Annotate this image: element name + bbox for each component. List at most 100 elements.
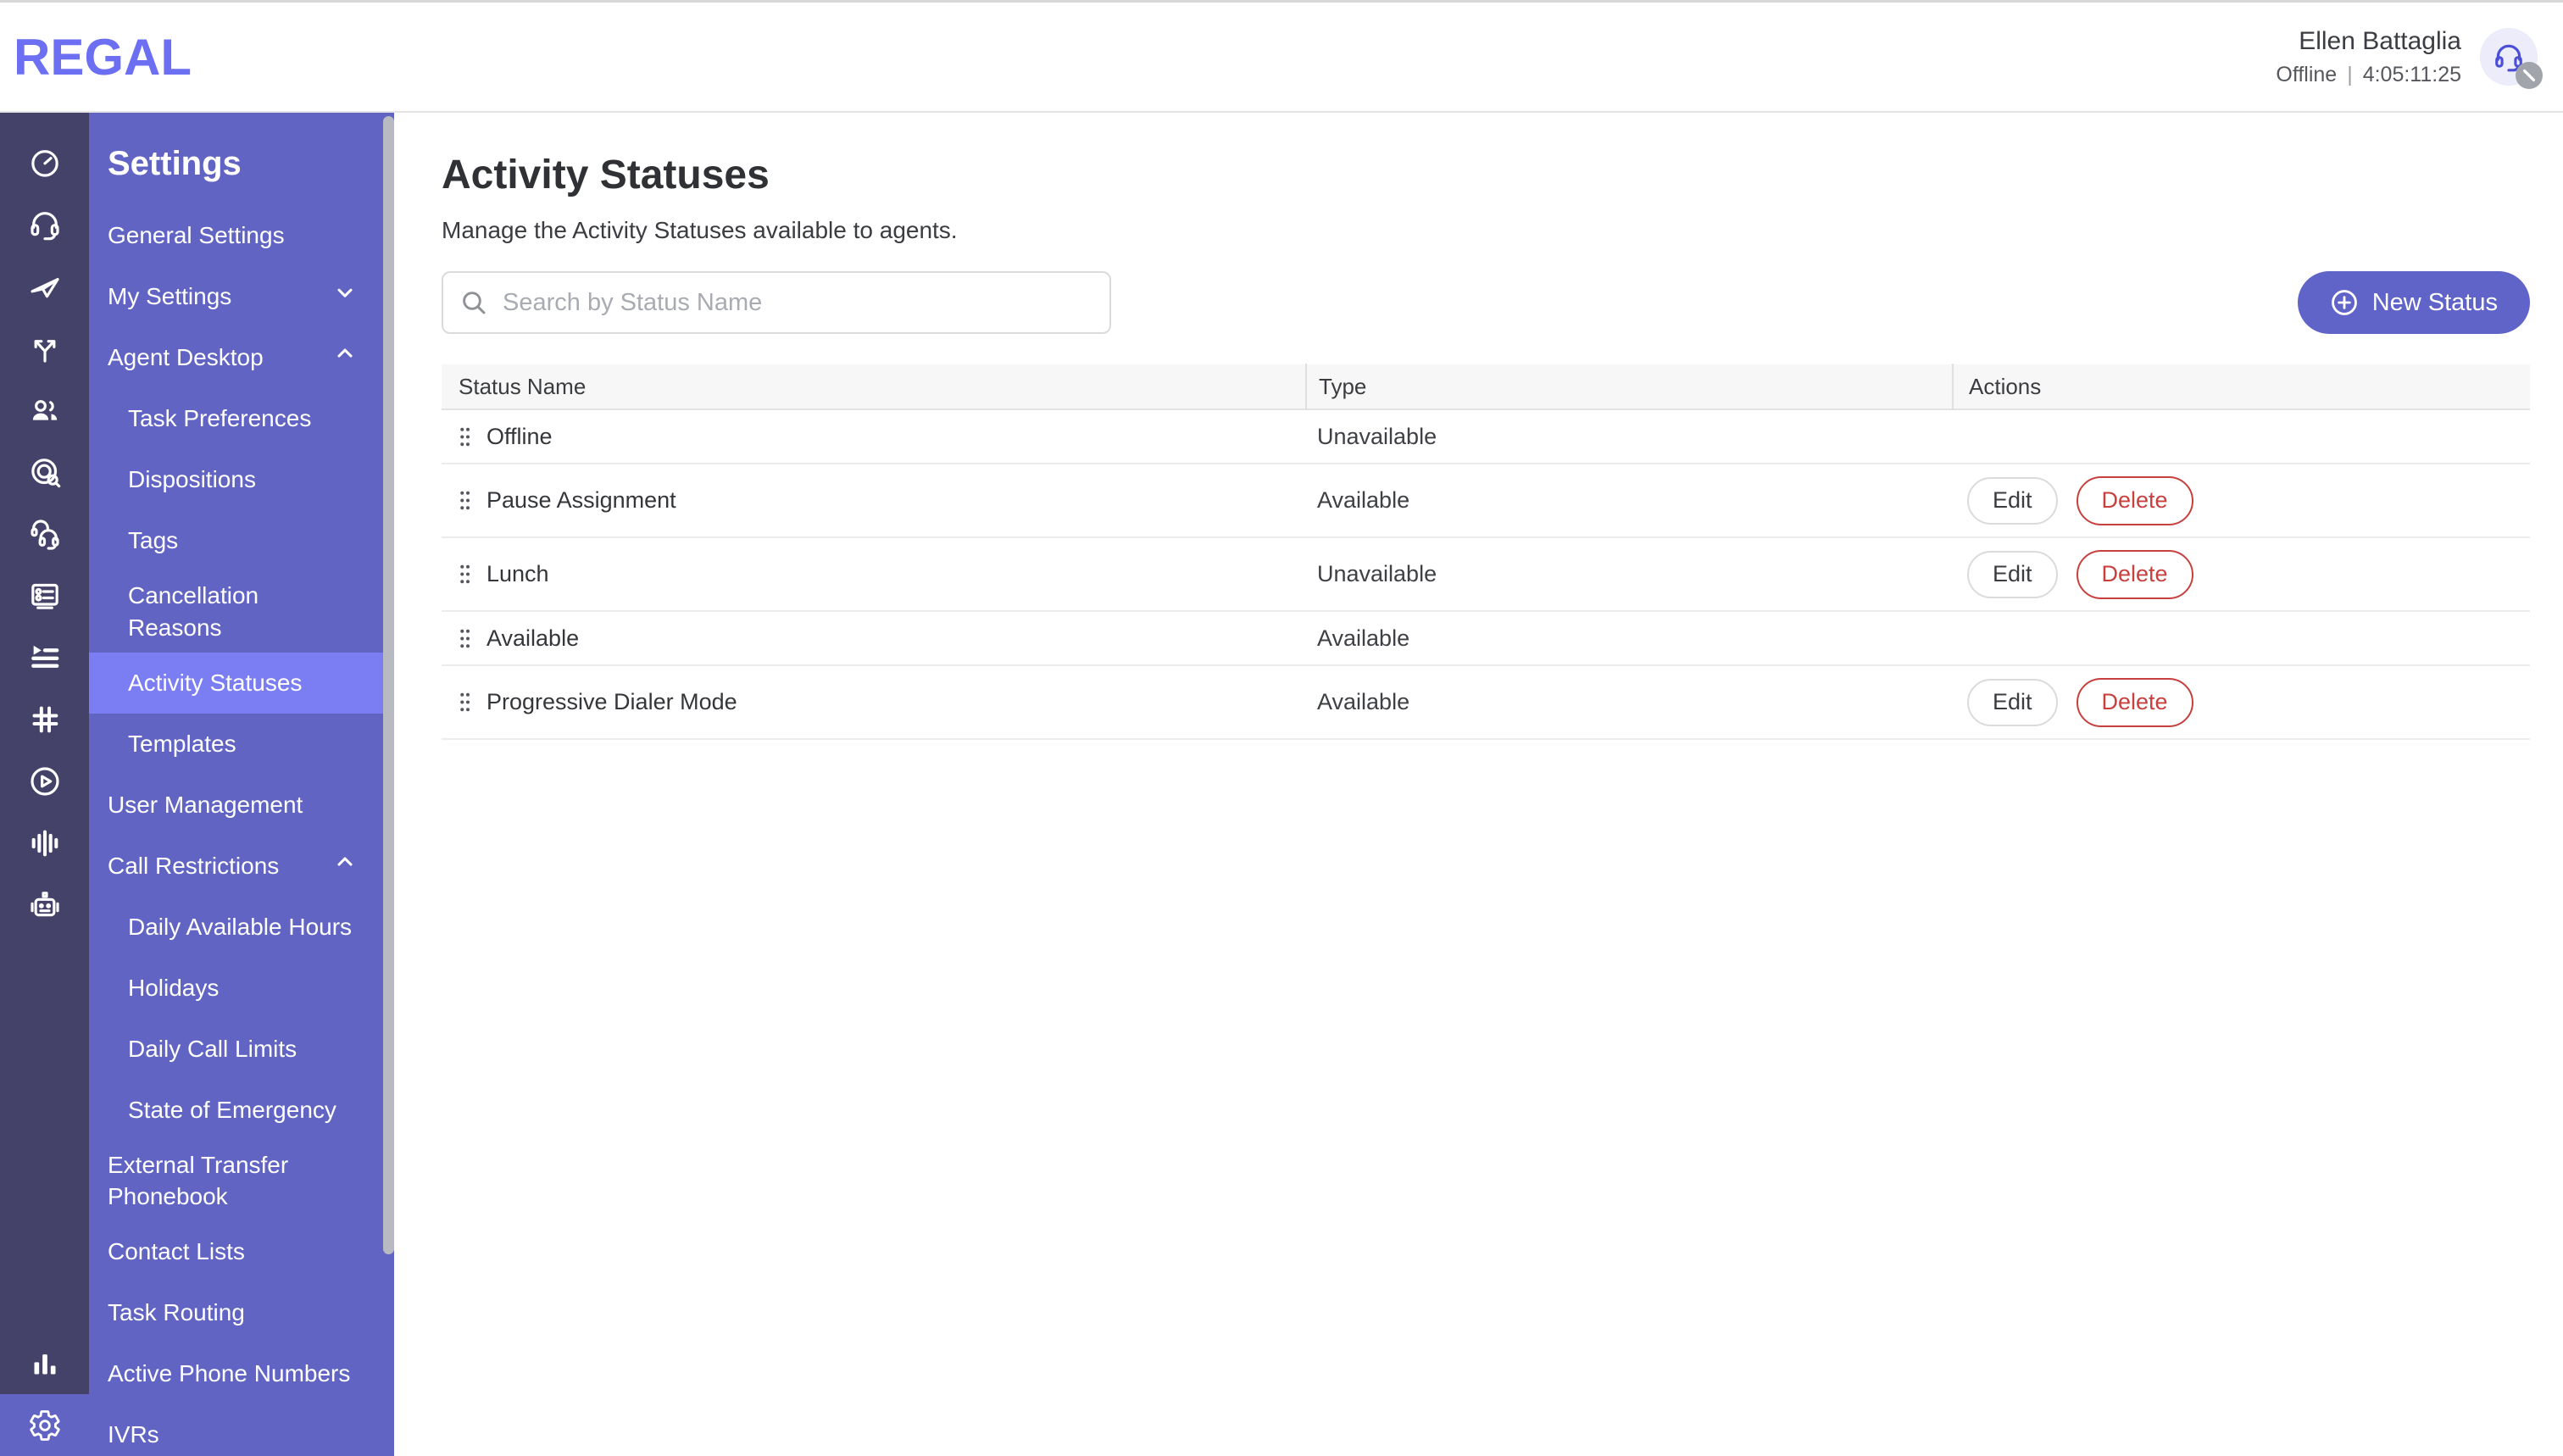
drag-handle-icon[interactable]: [459, 425, 471, 448]
status-type: Available: [1317, 625, 1410, 651]
sidebar-item-tags[interactable]: Tags: [89, 510, 394, 571]
user-status-line: Offline | 4:05:11:25: [2276, 63, 2461, 87]
offline-badge-icon: [2516, 62, 2543, 89]
table-row: Available Available: [442, 612, 2530, 666]
icon-rail: [0, 113, 89, 1456]
branch-arrows-icon: [34, 339, 55, 363]
new-status-button[interactable]: New Status: [2297, 271, 2530, 334]
bar-chart-icon: [34, 1353, 55, 1374]
checklist-icon: [31, 583, 58, 609]
page-subtitle: Manage the Activity Statuses available t…: [442, 217, 958, 243]
status-type: Available: [1317, 487, 1410, 513]
hash-icon: [32, 706, 58, 732]
edit-button[interactable]: Edit: [1967, 476, 2058, 525]
sidebar-item-my-settings[interactable]: My Settings: [89, 266, 394, 327]
sidebar-item-call-restrictions[interactable]: Call Restrictions: [89, 836, 394, 897]
column-header-actions: Actions: [1952, 364, 2530, 409]
nav-queues[interactable]: [0, 626, 89, 688]
sidebar-item-task-preferences[interactable]: Task Preferences: [89, 388, 394, 449]
nav-reporting[interactable]: [0, 1332, 89, 1394]
nav-recordings[interactable]: [0, 812, 89, 874]
sidebar-item-contact-lists[interactable]: Contact Lists: [89, 1221, 394, 1282]
sidebar-item-general-settings[interactable]: General Settings: [89, 205, 394, 266]
sidebar-item-dispositions[interactable]: Dispositions: [89, 449, 394, 510]
user-avatar[interactable]: [2480, 28, 2543, 89]
drag-handle-icon[interactable]: [459, 563, 471, 586]
delete-button[interactable]: Delete: [2076, 475, 2193, 525]
sidebar-item-agent-desktop[interactable]: Agent Desktop: [89, 327, 394, 388]
delete-button[interactable]: Delete: [2076, 549, 2193, 599]
column-header-status-name: Status Name: [459, 373, 587, 399]
sidebar-item-state-of-emergency[interactable]: State of Emergency: [89, 1080, 394, 1141]
sidebar-title: Settings: [108, 145, 242, 182]
nav-campaigns[interactable]: [0, 255, 89, 317]
nav-bots[interactable]: [0, 874, 89, 936]
sidebar-item-daily-call-limits[interactable]: Daily Call Limits: [89, 1019, 394, 1080]
nav-agent[interactable]: [0, 193, 89, 255]
people-icon: [32, 399, 57, 420]
nav-tasks[interactable]: [0, 564, 89, 626]
sidebar-item-active-phone-numbers[interactable]: Active Phone Numbers: [89, 1343, 394, 1404]
sidebar-item-daily-available-hours[interactable]: Daily Available Hours: [89, 897, 394, 958]
edit-button[interactable]: Edit: [1967, 678, 2058, 726]
status-separator: |: [2347, 62, 2353, 86]
chevron-up-icon: [333, 850, 357, 882]
main-content: Activity Statuses Manage the Activity St…: [394, 113, 2563, 1456]
sidebar-item-task-routing[interactable]: Task Routing: [89, 1282, 394, 1343]
plus-circle-icon: [2331, 290, 2357, 315]
gauge-icon: [31, 149, 58, 177]
play-circle-icon: [30, 766, 59, 796]
controls-row: New Status: [442, 271, 2530, 334]
settings-sidebar: Settings General Settings My Settings Ag…: [89, 113, 394, 1456]
drag-handle-icon[interactable]: [459, 691, 471, 714]
sidebar-item-ivrs[interactable]: IVRs: [89, 1404, 394, 1456]
nav-dashboard[interactable]: [0, 131, 89, 193]
table-row: Pause Assignment Available Edit Delete: [442, 464, 2530, 538]
sidebar-item-templates[interactable]: Templates: [89, 714, 394, 775]
activity-statuses-table: Status Name Type Actions Offline Unavail…: [442, 364, 2530, 740]
user-name: Ellen Battaglia: [2299, 26, 2461, 55]
headset-icon: [30, 211, 59, 240]
nav-numbers[interactable]: [0, 688, 89, 750]
sidebar-scrollbar[interactable]: [383, 116, 394, 1254]
playlist-icon: [31, 645, 58, 668]
top-header: REGAL Ellen Battaglia Offline | 4:05:11:…: [0, 3, 2563, 113]
sidebar-item-external-transfer-phonebook[interactable]: External Transfer Phonebook: [89, 1141, 394, 1222]
sidebar-item-cancellation-reasons[interactable]: Cancellation Reasons: [89, 571, 394, 653]
search-icon: [463, 292, 486, 314]
nav-audiences[interactable]: [0, 441, 89, 503]
nav-agents[interactable]: [0, 503, 89, 564]
delete-button[interactable]: Delete: [2076, 677, 2193, 727]
table-row: Lunch Unavailable Edit Delete: [442, 538, 2530, 612]
table-row: Offline Unavailable: [442, 410, 2530, 464]
send-icon: [30, 277, 59, 297]
nav-settings[interactable]: [0, 1394, 89, 1456]
sidebar-item-user-management[interactable]: User Management: [89, 775, 394, 836]
user-status: Offline: [2276, 62, 2338, 86]
chevron-down-icon: [333, 281, 357, 313]
robot-icon: [30, 891, 59, 916]
edit-button[interactable]: Edit: [1967, 550, 2058, 598]
waveform-icon: [31, 830, 58, 856]
sidebar-item-holidays[interactable]: Holidays: [89, 958, 394, 1019]
status-type: Unavailable: [1317, 561, 1437, 586]
sidebar-item-activity-statuses[interactable]: Activity Statuses: [89, 652, 394, 714]
status-name: Offline: [486, 423, 553, 449]
drag-handle-icon[interactable]: [459, 627, 471, 650]
status-name: Pause Assignment: [486, 487, 676, 513]
search-input[interactable]: [503, 288, 1092, 317]
sidebar-menu: General Settings My Settings Agent Deskt…: [89, 205, 394, 1456]
status-name: Progressive Dialer Mode: [486, 689, 737, 714]
table-row: Progressive Dialer Mode Available Edit D…: [442, 666, 2530, 740]
search-box: [442, 271, 1111, 334]
nav-journeys[interactable]: [0, 317, 89, 379]
nav-media[interactable]: [0, 750, 89, 812]
user-info: Ellen Battaglia Offline | 4:05:11:25: [2276, 27, 2461, 87]
status-name: Available: [486, 625, 580, 651]
nav-contacts[interactable]: [0, 379, 89, 441]
status-type: Unavailable: [1317, 423, 1437, 449]
page-title: Activity Statuses: [442, 153, 770, 197]
drag-handle-icon[interactable]: [459, 489, 471, 512]
table-header-row: Status Name Type Actions: [442, 364, 2530, 410]
status-name: Lunch: [486, 561, 549, 586]
